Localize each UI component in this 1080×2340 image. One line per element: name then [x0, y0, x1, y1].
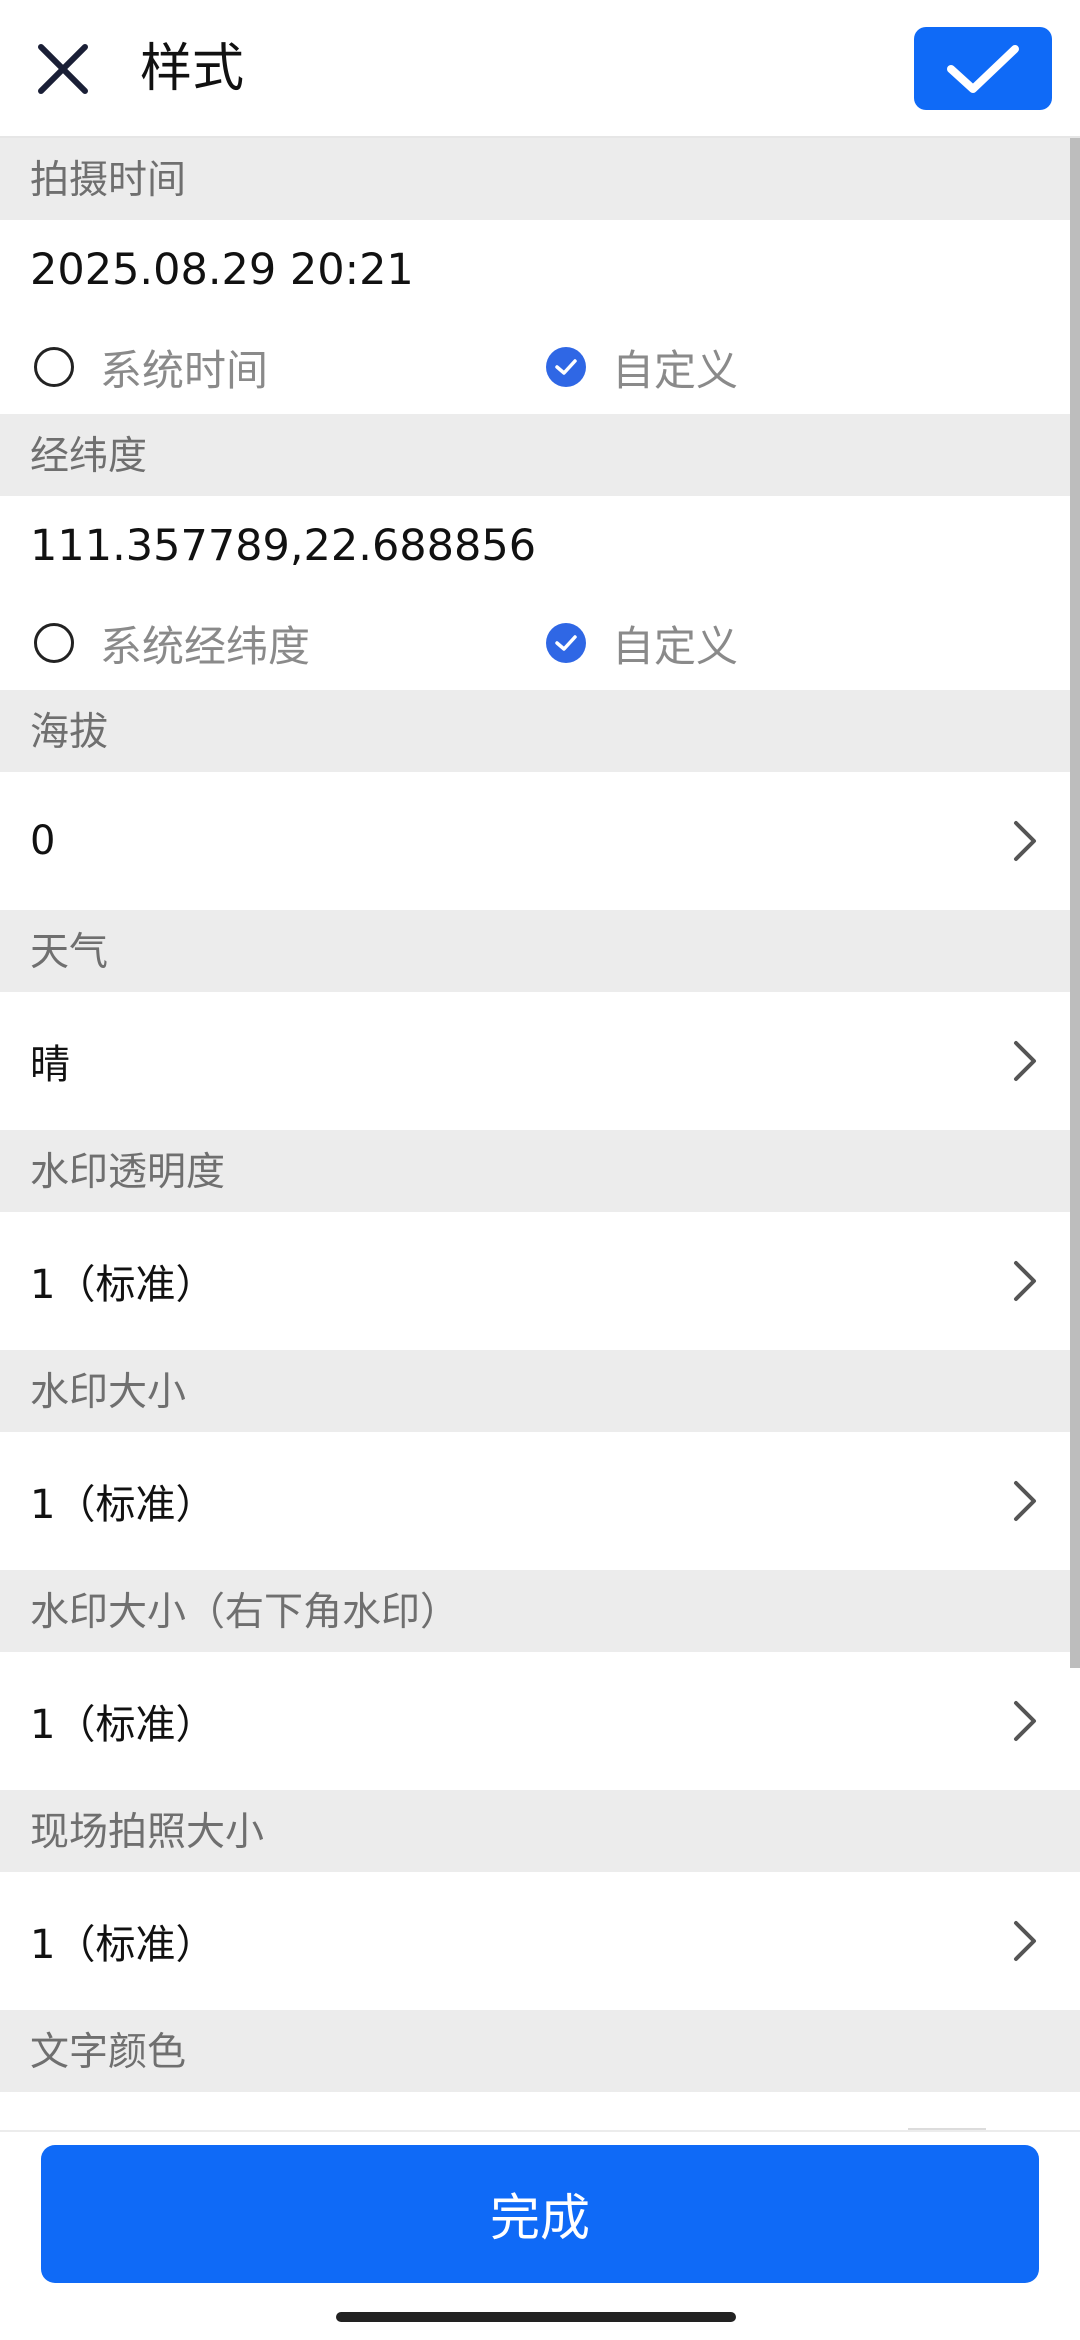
section-header-weather: 天气 [0, 910, 1080, 992]
radio-custom-time[interactable]: 自定义 [546, 320, 738, 414]
watermark-opacity-row[interactable]: 1（标准） [0, 1212, 1080, 1350]
section-header-photo-size: 现场拍照大小 [0, 1790, 1080, 1872]
section-header-watermark-size: 水印大小 [0, 1350, 1080, 1432]
page-title: 样式 [140, 39, 245, 99]
radio-unchecked-icon [34, 623, 74, 663]
weather-value: 晴 [30, 1042, 70, 1088]
weather-row[interactable]: 晴 [0, 992, 1080, 1130]
settings-list[interactable]: 拍摄时间 2025.08.29 20:21 系统时间 自定义 经纬度 111.3… [0, 138, 1080, 2130]
capture-time-options: 系统时间 自定义 [0, 320, 1080, 414]
chevron-right-icon [1014, 1041, 1036, 1081]
chevron-right-icon [1014, 1481, 1036, 1521]
watermark-size-corner-value: 1（标准） [30, 1702, 216, 1748]
watermark-size-corner-row[interactable]: 1（标准） [0, 1652, 1080, 1790]
bottom-bar: 完成 [0, 2130, 1080, 2340]
check-icon [947, 44, 1019, 93]
done-button[interactable]: 完成 [41, 2145, 1039, 2283]
watermark-opacity-value: 1（标准） [30, 1262, 216, 1308]
coordinates-value[interactable]: 111.357789,22.688856 [0, 496, 1080, 596]
capture-time-section: 2025.08.29 20:21 系统时间 自定义 [0, 220, 1080, 414]
radio-custom-coordinates[interactable]: 自定义 [546, 596, 738, 690]
home-indicator [336, 2312, 736, 2322]
style-settings-screen: 样式 拍摄时间 2025.08.29 20:21 系统时间 自定义 经纬度 11… [0, 0, 1080, 2340]
section-header-altitude: 海拔 [0, 690, 1080, 772]
coordinates-options: 系统经纬度 自定义 [0, 596, 1080, 690]
section-header-text-color: 文字颜色 [0, 2010, 1080, 2092]
photo-size-value: 1（标准） [30, 1922, 216, 1968]
coordinates-section: 111.357789,22.688856 系统经纬度 自定义 [0, 496, 1080, 690]
radio-label: 系统经纬度 [100, 621, 311, 671]
radio-label: 自定义 [612, 621, 739, 671]
chevron-right-icon [1014, 1921, 1036, 1961]
scrollbar[interactable] [1070, 138, 1080, 1668]
photo-size-row[interactable]: 1（标准） [0, 1872, 1080, 2010]
capture-time-value[interactable]: 2025.08.29 20:21 [0, 220, 1080, 320]
radio-system-time[interactable]: 系统时间 [34, 320, 268, 414]
section-header-capture-time: 拍摄时间 [0, 138, 1080, 220]
radio-system-coordinates[interactable]: 系统经纬度 [34, 596, 310, 690]
altitude-value: 0 [30, 818, 56, 864]
radio-unchecked-icon [34, 347, 74, 387]
radio-label: 自定义 [612, 345, 739, 395]
chevron-right-icon [1014, 1261, 1036, 1301]
section-header-coordinates: 经纬度 [0, 414, 1080, 496]
altitude-row[interactable]: 0 [0, 772, 1080, 910]
section-header-watermark-opacity: 水印透明度 [0, 1130, 1080, 1212]
close-button[interactable] [30, 36, 96, 102]
confirm-button[interactable] [914, 27, 1052, 110]
radio-checked-icon [546, 623, 586, 663]
watermark-size-value: 1（标准） [30, 1482, 216, 1528]
top-bar: 样式 [0, 0, 1080, 138]
watermark-size-row[interactable]: 1（标准） [0, 1432, 1080, 1570]
close-icon [38, 44, 88, 94]
chevron-right-icon [1014, 821, 1036, 861]
section-header-watermark-size-corner: 水印大小（右下角水印） [0, 1570, 1080, 1652]
radio-label: 系统时间 [100, 345, 269, 395]
radio-checked-icon [546, 347, 586, 387]
chevron-right-icon [1014, 1701, 1036, 1741]
